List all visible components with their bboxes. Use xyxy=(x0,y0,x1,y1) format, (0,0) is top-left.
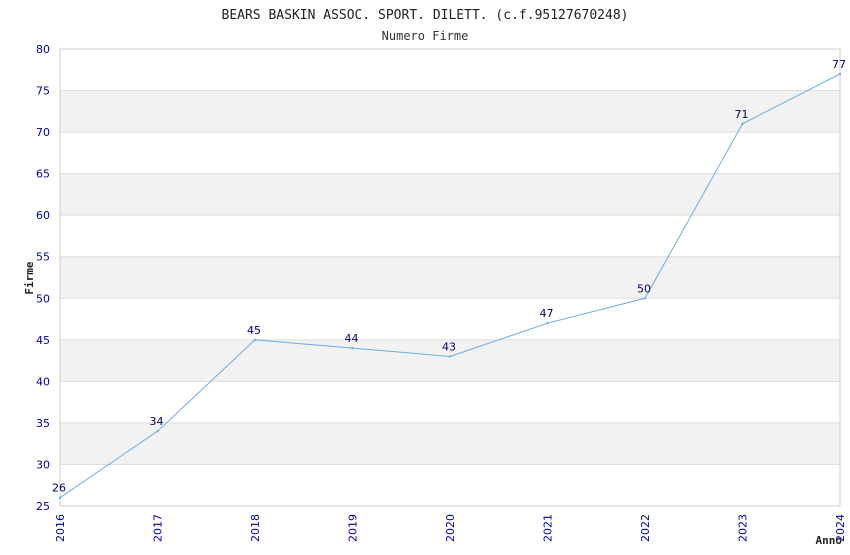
x-tick-label: 2017 xyxy=(152,514,165,542)
x-axis-title: Anno xyxy=(816,534,843,547)
data-label: 43 xyxy=(442,340,456,353)
data-point xyxy=(643,297,647,300)
x-tick-label: 2022 xyxy=(639,514,652,542)
data-label: 45 xyxy=(247,324,261,337)
x-tick-label: 2021 xyxy=(542,514,555,542)
y-tick-label: 80 xyxy=(36,43,50,56)
data-point xyxy=(838,72,842,76)
data-label: 44 xyxy=(345,332,359,345)
data-label: 71 xyxy=(735,108,749,121)
data-point xyxy=(741,122,744,125)
y-tick-label: 35 xyxy=(36,417,50,430)
data-label: 47 xyxy=(540,307,554,320)
grid-band xyxy=(60,422,840,465)
x-tick-label: 2016 xyxy=(54,514,67,542)
data-label: 34 xyxy=(150,415,164,428)
y-tick-label: 50 xyxy=(36,292,50,305)
data-label: 77 xyxy=(832,58,846,71)
data-point xyxy=(546,322,549,325)
y-tick-label: 65 xyxy=(36,168,50,181)
chart: BEARS BASKIN ASSOC. SPORT. DILETT. (c.f.… xyxy=(0,0,850,550)
chart-subtitle: Numero Firme xyxy=(382,29,469,43)
x-tick-label: 2023 xyxy=(737,514,750,542)
chart-title: BEARS BASKIN ASSOC. SPORT. DILETT. (c.f.… xyxy=(222,8,629,23)
data-point xyxy=(156,430,159,433)
x-tick-label: 2018 xyxy=(249,514,262,542)
grid-band xyxy=(60,90,840,133)
line-chart: BEARS BASKIN ASSOC. SPORT. DILETT. (c.f.… xyxy=(23,8,847,547)
y-tick-label: 25 xyxy=(36,500,50,513)
grid-band xyxy=(60,173,840,216)
y-tick-label: 60 xyxy=(36,209,50,222)
data-point xyxy=(253,338,257,342)
grid-band xyxy=(60,256,840,299)
data-point xyxy=(58,496,62,499)
x-tick-label: 2019 xyxy=(347,514,360,542)
data-point xyxy=(448,355,452,358)
y-tick-label: 55 xyxy=(36,251,50,264)
data-label: 50 xyxy=(637,282,651,295)
y-tick-label: 75 xyxy=(36,85,50,98)
y-tick-label: 30 xyxy=(36,458,50,471)
y-tick-label: 40 xyxy=(36,375,50,388)
plot-area: 25 30 35 40 45 50 55 60 65 70 75 80 2016 2017 2018 2019… xyxy=(36,43,847,542)
x-tick-label: 2020 xyxy=(444,514,457,542)
y-axis-title: Firme xyxy=(23,261,36,294)
data-point xyxy=(351,346,354,350)
y-tick-label: 70 xyxy=(36,126,50,139)
y-tick-label: 45 xyxy=(36,334,50,347)
data-label: 26 xyxy=(52,482,66,495)
